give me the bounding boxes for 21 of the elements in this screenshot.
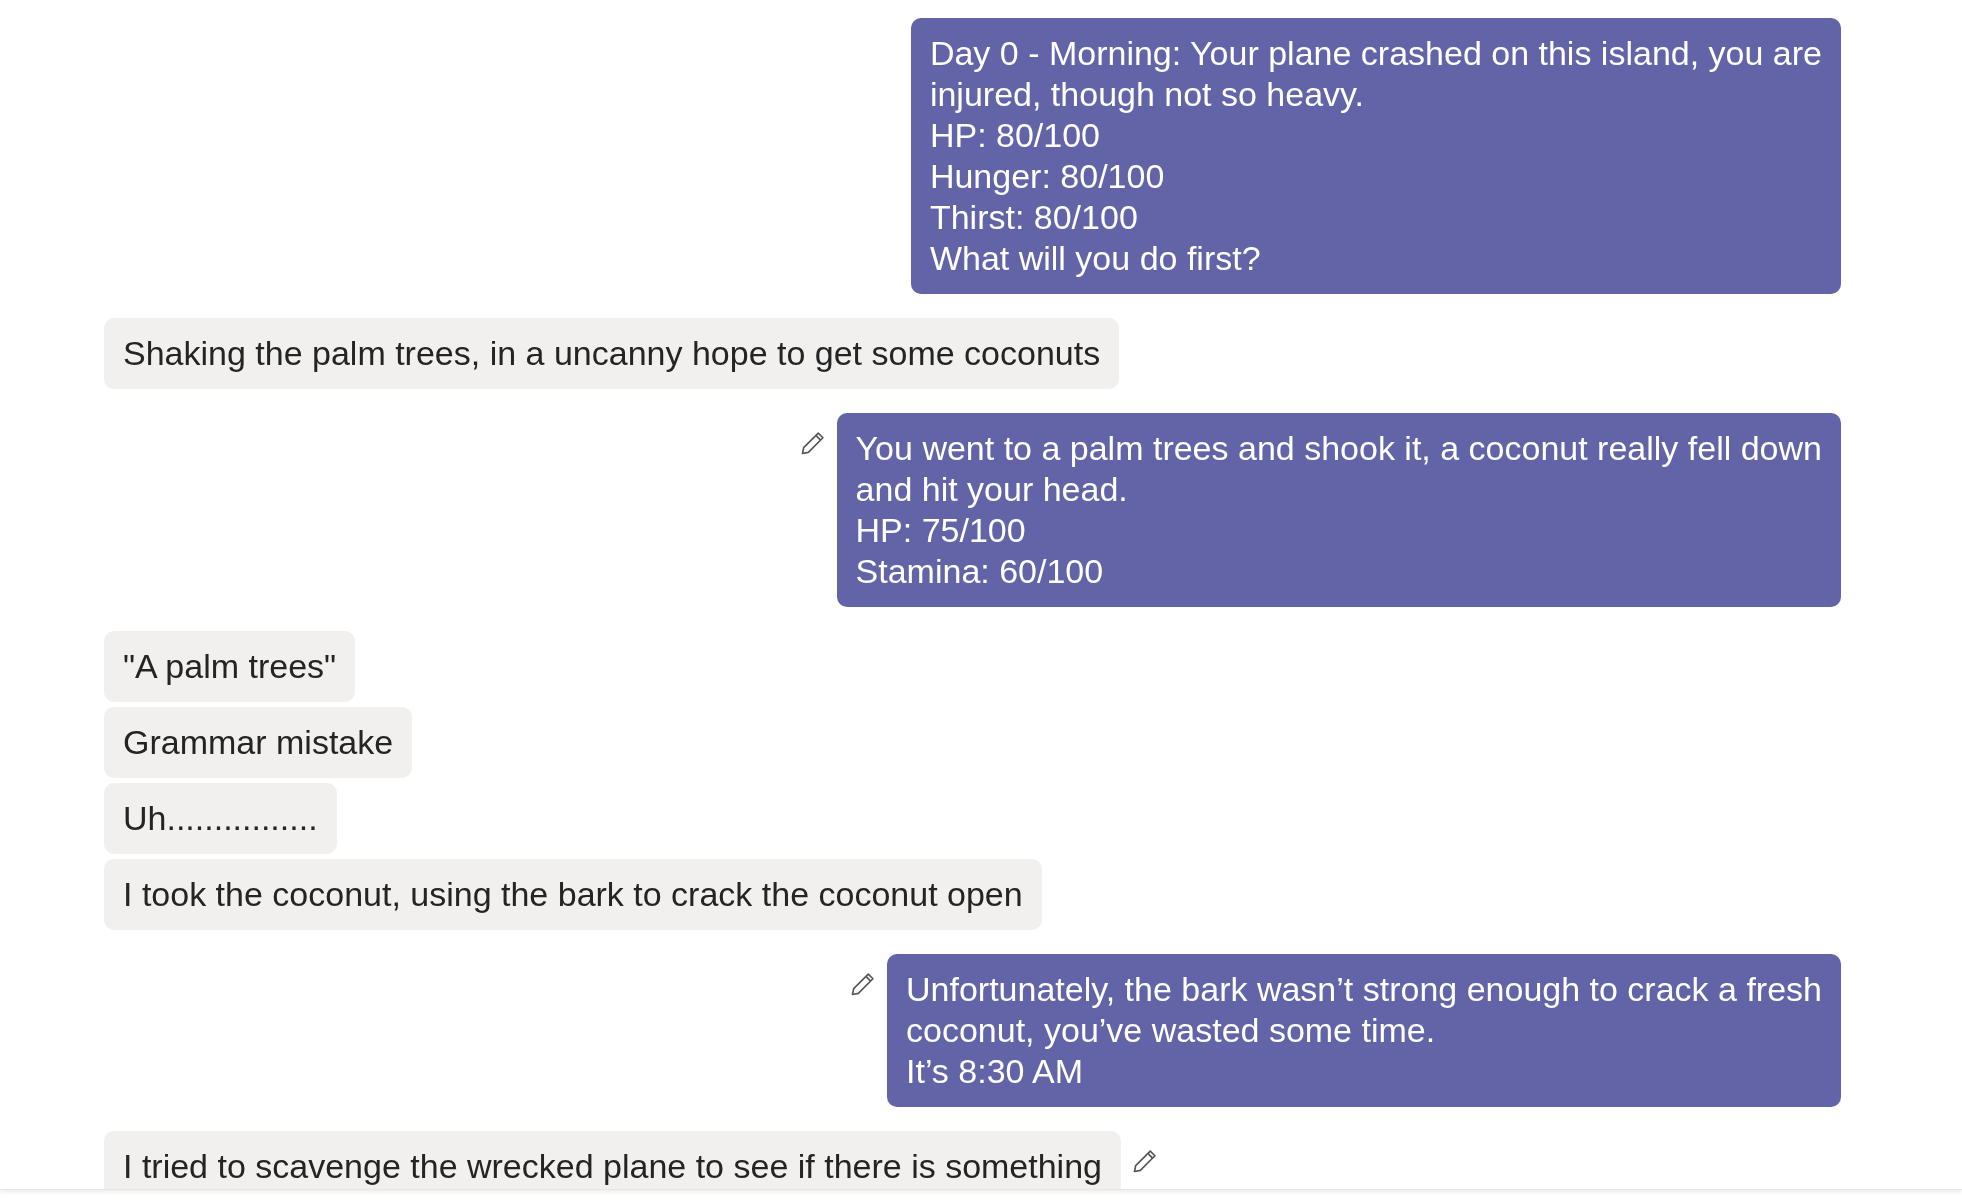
message-text: injured, though not so heavy. [929, 74, 1366, 115]
message-text: coconut, you’ve wasted some time. [906, 1010, 1437, 1051]
message-text: Uh................ [123, 798, 318, 839]
pencil-icon[interactable] [1131, 1147, 1159, 1175]
pencil-icon[interactable] [849, 970, 877, 998]
message-text: HP: 75/100 [855, 510, 1027, 551]
message-text: Stamina: 60/100 [855, 551, 1105, 592]
message-text: HP: 80/100 [929, 115, 1102, 156]
message-text: You went to a palm trees and shook it, a coconut really fell down [855, 428, 1822, 469]
message-text: Unfortunately, the bark wasn’t strong enough to crack a fresh [906, 969, 1822, 1010]
message-text: What will you do first? [929, 238, 1262, 279]
message-text: Hunger: 80/100 [929, 156, 1166, 197]
message-text: I tried to scavenge the wrecked plane to see if there is something [123, 1146, 1102, 1187]
message-text: It’s 8:30 AM [906, 1051, 1085, 1092]
message-text: Shaking the palm trees, in a uncanny hope to get some coconuts [123, 333, 1101, 374]
message-text: I took the coconut, using the bark to crack the coconut open [123, 874, 1023, 915]
message-text: Grammar mistake [123, 722, 394, 763]
message-text: Thirst: 80/100 [929, 197, 1139, 238]
message-text: Day 0 - Morning: Your plane crashed on this island, you are [929, 33, 1822, 74]
message-text: and hit your head. [855, 469, 1129, 510]
message-text: "A palm trees" [123, 646, 337, 687]
